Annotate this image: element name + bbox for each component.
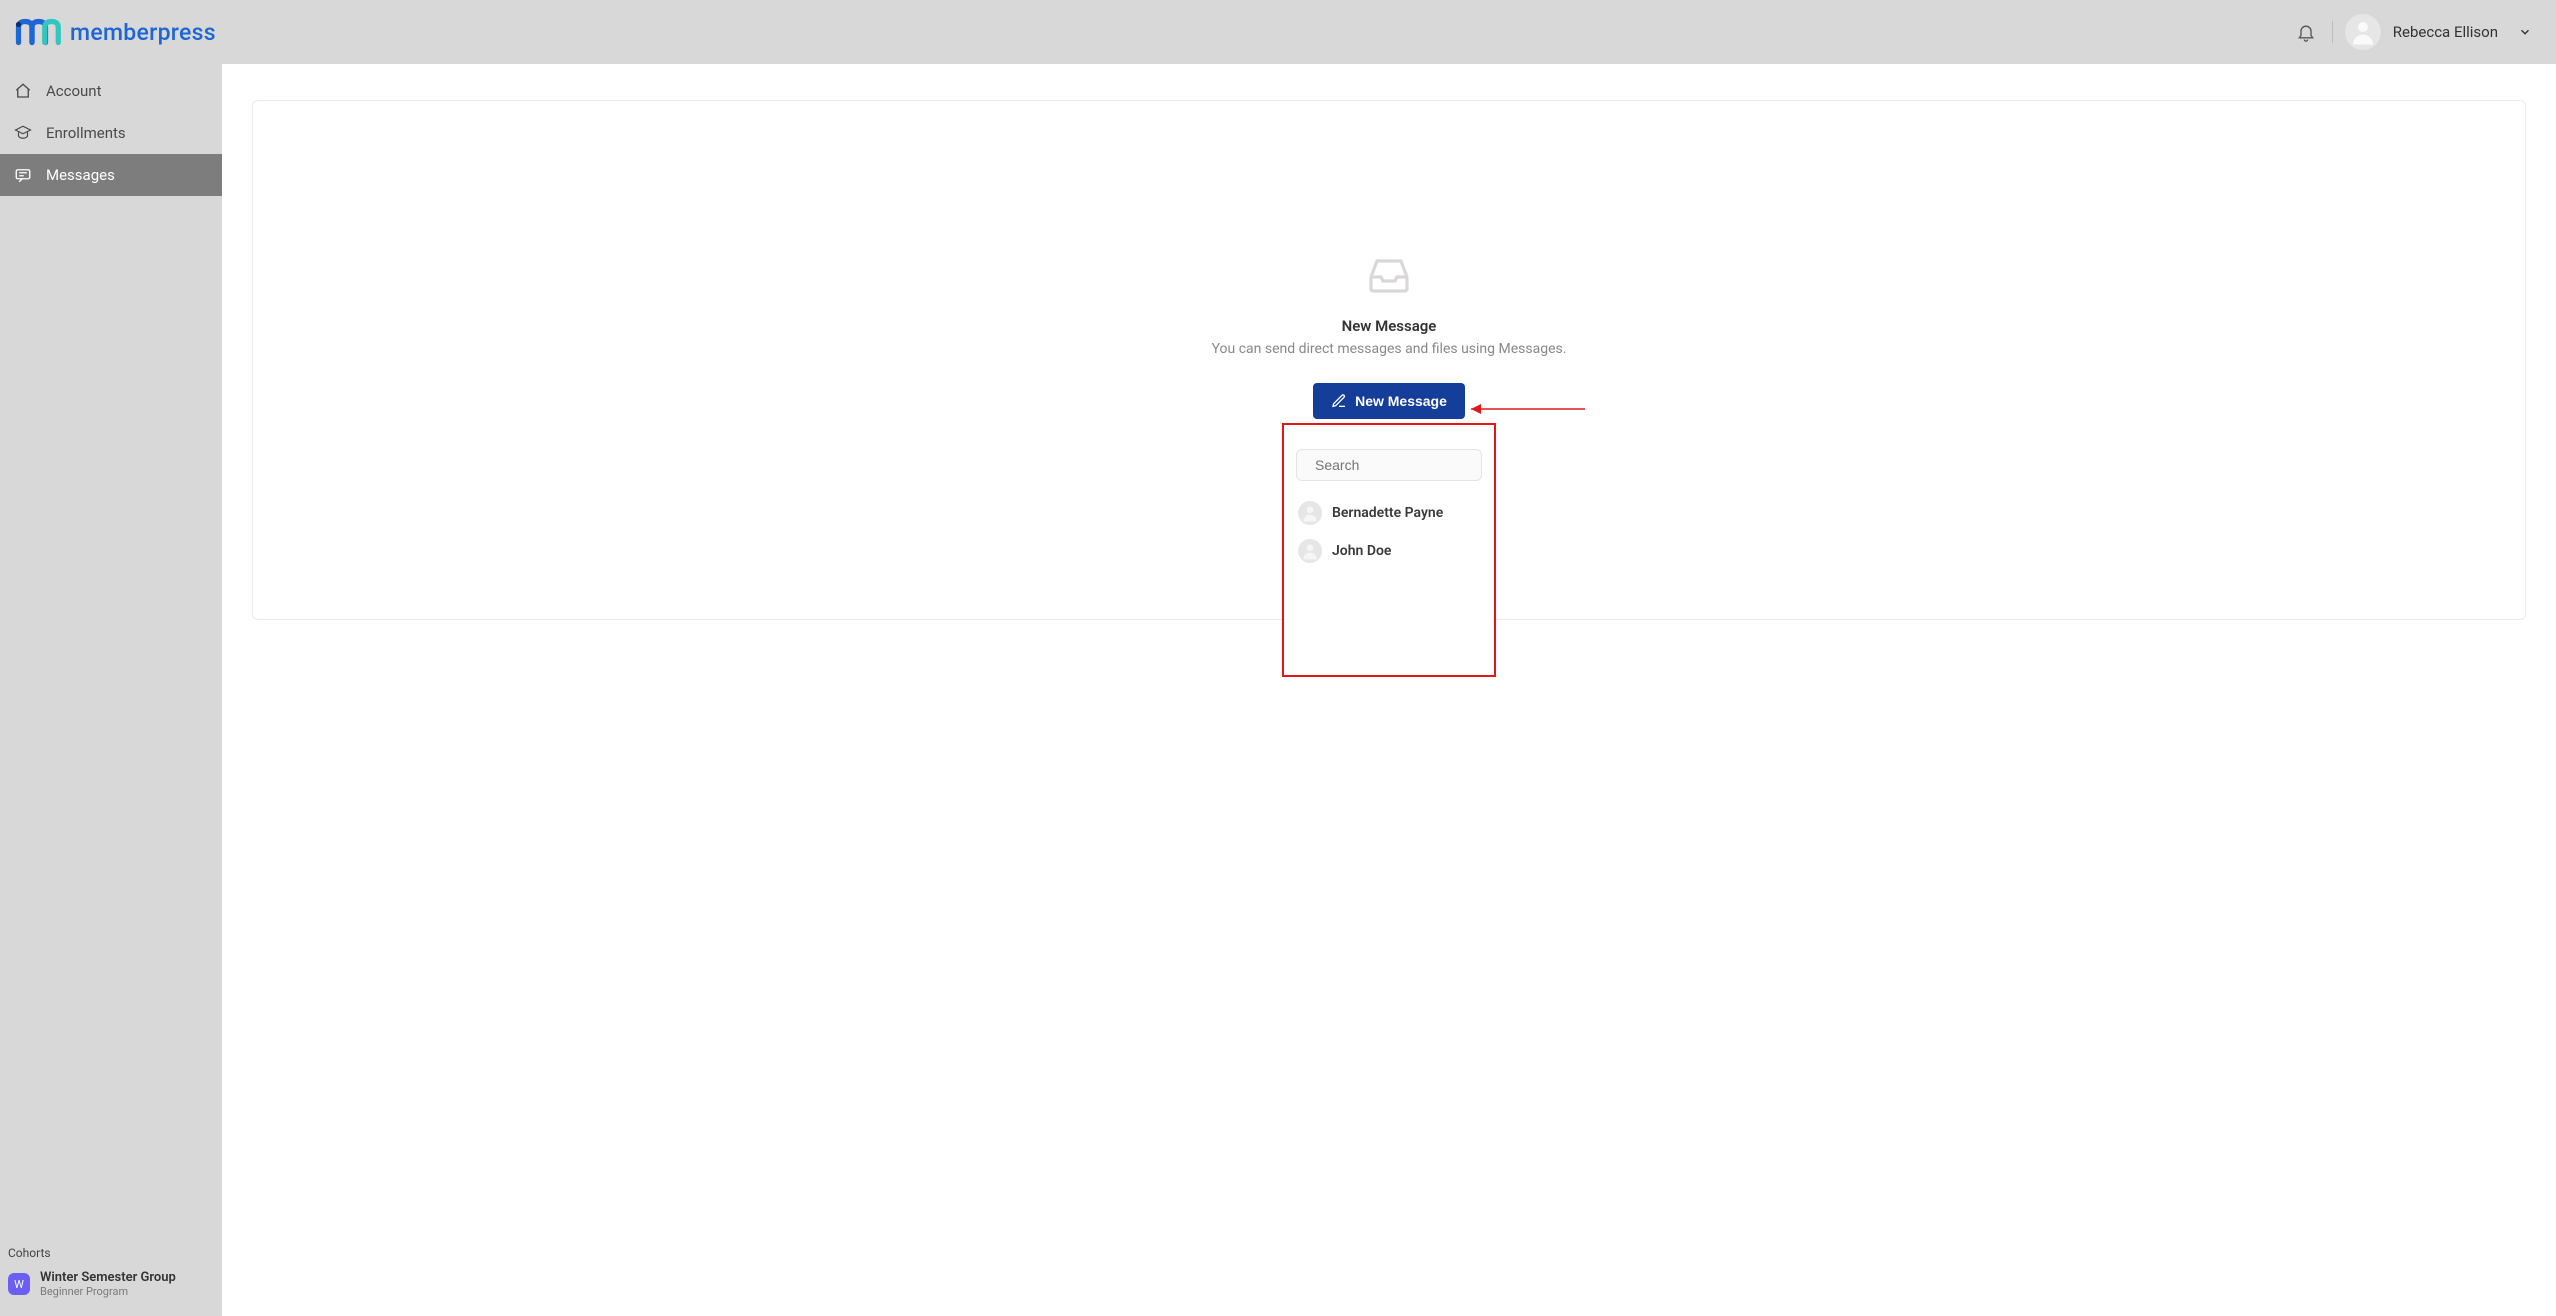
sidebar-item-account[interactable]: Account xyxy=(0,70,222,112)
cohorts-heading: Cohorts xyxy=(8,1246,214,1260)
sidebar: Account Enrollments Messages Cohorts W W… xyxy=(0,64,222,1316)
contact-avatar xyxy=(1298,539,1322,563)
sidebar-item-label: Account xyxy=(46,82,102,100)
cohort-title: Winter Semester Group xyxy=(40,1270,176,1285)
logo-text: memberpress xyxy=(70,19,216,46)
sidebar-item-label: Messages xyxy=(46,166,115,184)
user-name: Rebecca Ellison xyxy=(2393,23,2498,41)
contact-item[interactable]: Bernadette Payne xyxy=(1296,497,1482,529)
contact-name: John Doe xyxy=(1332,543,1391,559)
notifications-button[interactable] xyxy=(2292,18,2320,46)
edit-icon xyxy=(1331,393,1347,409)
contact-item[interactable]: John Doe xyxy=(1296,535,1482,567)
contact-search-input[interactable] xyxy=(1315,457,1496,473)
user-avatar[interactable] xyxy=(2345,14,2381,50)
sidebar-item-enrollments[interactable]: Enrollments xyxy=(0,112,222,154)
empty-subtitle: You can send direct messages and files u… xyxy=(1212,341,1567,357)
header: memberpress Rebecca Ellison xyxy=(0,0,2556,64)
logo-mark-icon xyxy=(14,17,62,47)
avatar-placeholder-icon xyxy=(1300,503,1320,523)
avatar-placeholder-icon xyxy=(2348,17,2378,47)
header-divider xyxy=(2332,21,2333,43)
chevron-down-icon[interactable] xyxy=(2518,25,2532,39)
sidebar-item-label: Enrollments xyxy=(46,124,126,142)
main-content: New Message You can send direct messages… xyxy=(222,64,2556,1316)
contacts-dropdown: Bernadette Payne John Doe xyxy=(1282,423,1496,677)
sidebar-item-messages[interactable]: Messages xyxy=(0,154,222,196)
contact-name: Bernadette Payne xyxy=(1332,505,1443,521)
messages-card: New Message You can send direct messages… xyxy=(252,100,2526,620)
avatar-placeholder-icon xyxy=(1300,541,1320,561)
new-message-button[interactable]: New Message xyxy=(1313,383,1465,419)
contact-avatar xyxy=(1298,501,1322,525)
cohort-badge: W xyxy=(8,1273,30,1295)
new-message-button-label: New Message xyxy=(1355,393,1447,409)
bell-icon xyxy=(2296,22,2316,42)
logo[interactable]: memberpress xyxy=(14,17,216,47)
cohort-subtitle: Beginner Program xyxy=(40,1285,176,1298)
inbox-icon xyxy=(1365,251,1413,299)
cohort-item[interactable]: W Winter Semester Group Beginner Program xyxy=(8,1270,214,1298)
empty-state: New Message You can send direct messages… xyxy=(1212,251,1567,419)
contact-search[interactable] xyxy=(1296,449,1482,481)
messages-icon xyxy=(14,166,32,184)
home-icon xyxy=(14,82,32,100)
cohorts-section: Cohorts W Winter Semester Group Beginner… xyxy=(0,1236,222,1316)
empty-title: New Message xyxy=(1342,317,1437,335)
sidebar-nav: Account Enrollments Messages xyxy=(0,70,222,196)
enrollments-icon xyxy=(14,124,32,142)
